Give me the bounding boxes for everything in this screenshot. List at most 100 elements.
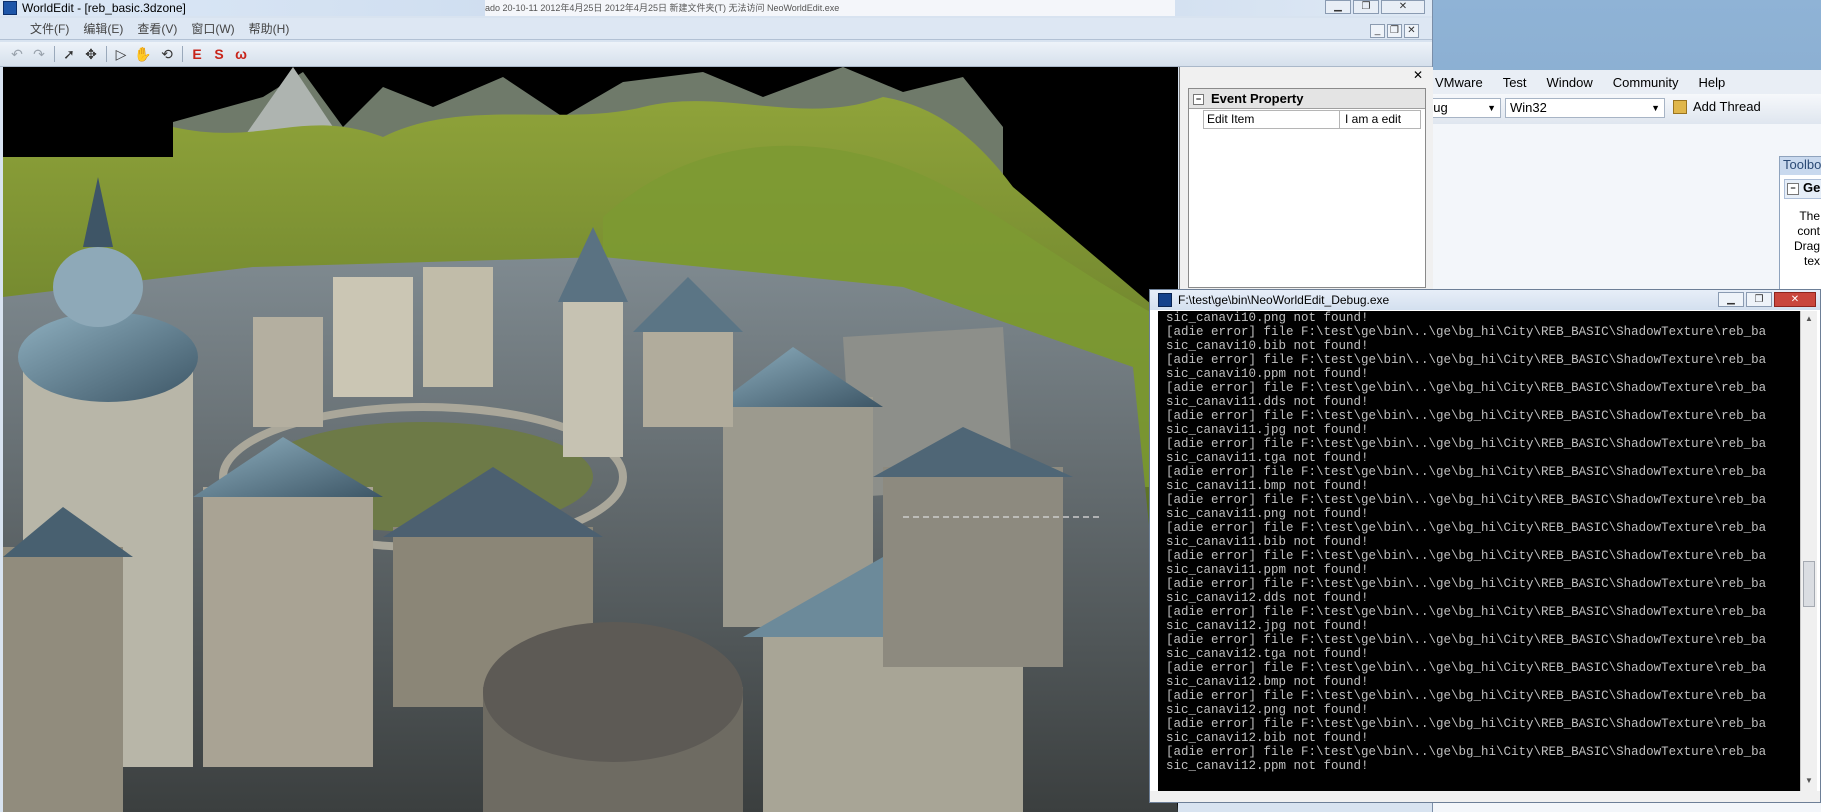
vs-menu-help[interactable]: Help <box>1699 75 1726 90</box>
console-line: sic_canavi11.ppm not found! <box>1166 563 1369 577</box>
collapse-icon[interactable]: − <box>1193 94 1204 105</box>
3d-viewport[interactable] <box>3 67 1178 812</box>
console-text: sic_canavi10.png not found! [adie error] … <box>1158 311 1800 773</box>
console-line: sic_canavi11.jpg not found! <box>1166 423 1369 437</box>
console-line: sic_canavi11.bib not found! <box>1166 535 1369 549</box>
close-button[interactable]: ✕ <box>1381 0 1425 14</box>
console-line: [adie error] file F:\test\ge\bin\..\ge\b… <box>1166 577 1767 591</box>
menu-help[interactable]: 帮助(H) <box>249 20 290 37</box>
console-line: [adie error] file F:\test\ge\bin\..\ge\b… <box>1166 465 1767 479</box>
mdi-minimize-button[interactable]: _ <box>1370 24 1385 38</box>
collapse-icon[interactable]: − <box>1787 183 1799 195</box>
hand-pan-icon[interactable]: ✋ <box>134 46 152 62</box>
rotate-camera-icon[interactable]: ⟲ <box>158 46 176 62</box>
toolbox-group-label: Gen <box>1803 180 1821 195</box>
redo-icon[interactable]: ↷ <box>30 46 48 62</box>
maximize-button[interactable]: ❐ <box>1353 0 1379 14</box>
move-icon[interactable]: ✥ <box>82 46 100 62</box>
menu-window[interactable]: 窗口(W) <box>191 20 234 37</box>
toolbar-separator <box>182 46 183 62</box>
window-title: WorldEdit - [reb_basic.3dzone] <box>22 1 186 15</box>
console-line: sic_canavi11.bmp not found! <box>1166 479 1369 493</box>
vs-menu-vmware[interactable]: VMware <box>1435 75 1483 90</box>
console-line: [adie error] file F:\test\ge\bin\..\ge\b… <box>1166 745 1767 759</box>
chevron-down-icon: ▼ <box>1487 103 1496 113</box>
platform-value: Win32 <box>1510 100 1547 115</box>
console-window: F:\test\ge\bin\NeoWorldEdit_Debug.exe ▁ … <box>1149 289 1821 803</box>
event-property-panel: ✕ − Event Property Edit Item I am a edit <box>1179 67 1433 292</box>
vs-menubar: VMware Test Window Community Help <box>1421 70 1821 94</box>
console-line: [adie error] file F:\test\ge\bin\..\ge\b… <box>1166 521 1767 535</box>
console-line: sic_canavi12.bmp not found! <box>1166 675 1369 689</box>
property-category-header[interactable]: − Event Property <box>1189 89 1425 109</box>
console-line: sic_canavi10.bib not found! <box>1166 339 1369 353</box>
minimize-button[interactable]: ▁ <box>1325 0 1351 14</box>
console-line: [adie error] file F:\test\ge\bin\..\ge\b… <box>1166 493 1767 507</box>
property-grid: − Event Property Edit Item I am a edit <box>1188 88 1426 288</box>
console-line: [adie error] file F:\test\ge\bin\..\ge\b… <box>1166 325 1767 339</box>
play-icon[interactable]: ▷ <box>112 46 130 62</box>
menu-file[interactable]: 文件(F) <box>30 20 69 37</box>
console-line: [adie error] file F:\test\ge\bin\..\ge\b… <box>1166 437 1767 451</box>
console-line: [adie error] file F:\test\ge\bin\..\ge\b… <box>1166 717 1767 731</box>
console-line: [adie error] file F:\test\ge\bin\..\ge\b… <box>1166 689 1767 703</box>
console-line: sic_canavi12.png not found! <box>1166 703 1369 717</box>
console-line: sic_canavi11.png not found! <box>1166 507 1369 521</box>
toolbox-title: Toolbo <box>1780 157 1821 175</box>
vs-menu-window[interactable]: Window <box>1547 75 1593 90</box>
platform-combo[interactable]: Win32 ▼ <box>1505 98 1665 118</box>
undo-icon[interactable]: ↶ <box>8 46 26 62</box>
property-category-label: Event Property <box>1211 91 1304 106</box>
add-thread-label: Add Thread <box>1693 99 1761 114</box>
console-line: sic_canavi12.jpg not found! <box>1166 619 1369 633</box>
city-scene <box>3 67 1178 812</box>
console-maximize-button[interactable]: ❐ <box>1746 292 1772 307</box>
mdi-restore-button[interactable]: ❐ <box>1387 24 1402 38</box>
console-app-icon <box>1158 293 1172 307</box>
toolbox-text-line: Drag <box>1793 239 1820 253</box>
property-name: Edit Item <box>1204 111 1340 128</box>
solution-config-combo[interactable]: bug ▼ <box>1421 98 1501 118</box>
vs-toolbar: bug ▼ Win32 ▼ Add Thread <box>1421 94 1821 125</box>
console-line: sic_canavi12.tga not found! <box>1166 647 1369 661</box>
console-line: [adie error] file F:\test\ge\bin\..\ge\b… <box>1166 381 1767 395</box>
console-line: [adie error] file F:\test\ge\bin\..\ge\b… <box>1166 353 1767 367</box>
console-bottom-bar <box>1150 791 1820 802</box>
close-icon[interactable]: ✕ <box>1412 69 1424 81</box>
toolbox-text-line: tex <box>1803 254 1820 268</box>
worldedit-titlebar: WorldEdit - [reb_basic.3dzone] ado 20-10… <box>0 0 1432 16</box>
console-line: sic_canavi10.png not found! <box>1166 311 1369 325</box>
edit-e-icon[interactable]: E <box>188 46 206 62</box>
edit-s-icon[interactable]: S <box>210 46 228 62</box>
background-strip-text: ado 20-10-11 2012年4月25日 2012年4月25日 新建文件夹… <box>485 3 840 13</box>
menu-edit[interactable]: 编辑(E) <box>83 20 123 37</box>
property-value[interactable]: I am a edit <box>1341 111 1401 128</box>
vs-menu-community[interactable]: Community <box>1613 75 1679 90</box>
vs-menu-test[interactable]: Test <box>1503 75 1527 90</box>
select-arrow-icon[interactable]: ➚ <box>60 46 78 62</box>
console-line: sic_canavi10.ppm not found! <box>1166 367 1369 381</box>
scroll-up-icon[interactable]: ▲ <box>1803 313 1815 325</box>
console-line: sic_canavi12.ppm not found! <box>1166 759 1369 773</box>
console-scrollbar[interactable]: ▲ ▼ <box>1800 311 1817 791</box>
console-minimize-button[interactable]: ▁ <box>1718 292 1744 307</box>
menu-view[interactable]: 查看(V) <box>137 20 177 37</box>
add-thread-button[interactable]: Add Thread <box>1673 99 1761 114</box>
scroll-thumb[interactable] <box>1803 561 1815 607</box>
worldedit-toolbar: ↶ ↷ ➚ ✥ ▷ ✋ ⟲ E S ω <box>0 42 1432 67</box>
console-line: sic_canavi11.tga not found! <box>1166 451 1369 465</box>
chevron-down-icon: ▼ <box>1651 103 1660 113</box>
worldedit-menubar: 文件(F) 编辑(E) 查看(V) 窗口(W) 帮助(H) <box>0 18 1432 40</box>
console-close-button[interactable]: ✕ <box>1774 292 1816 307</box>
toolbox-group-general[interactable]: − Gen <box>1784 179 1821 199</box>
property-row[interactable]: Edit Item I am a edit <box>1203 110 1421 129</box>
console-line: [adie error] file F:\test\ge\bin\..\ge\b… <box>1166 605 1767 619</box>
thread-icon <box>1673 99 1687 114</box>
console-output[interactable]: sic_canavi10.png not found! [adie error] … <box>1158 311 1800 791</box>
edit-w-icon[interactable]: ω <box>232 46 250 62</box>
console-line: sic_canavi12.dds not found! <box>1166 591 1369 605</box>
console-titlebar: F:\test\ge\bin\NeoWorldEdit_Debug.exe ▁ … <box>1150 290 1820 310</box>
scroll-down-icon[interactable]: ▼ <box>1803 775 1815 787</box>
mdi-close-button[interactable]: ✕ <box>1404 24 1419 38</box>
background-window-strip: ado 20-10-11 2012年4月25日 2012年4月25日 新建文件夹… <box>485 0 1175 16</box>
